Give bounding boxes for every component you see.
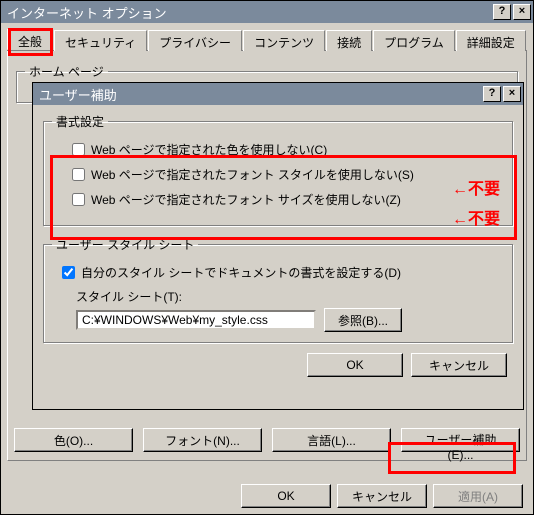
format-group: 書式設定 Web ページで指定された色を使用しない(C) Web ページで指定さ… bbox=[43, 113, 513, 226]
cancel-button[interactable]: キャンセル bbox=[337, 484, 427, 508]
format-legend: 書式設定 bbox=[52, 113, 108, 130]
tab-security[interactable]: セキュリティ bbox=[54, 30, 147, 51]
chk-color-label: Web ページで指定された色を使用しない(C) bbox=[91, 141, 327, 158]
accessibility-titlebar: ユーザー補助 ? × bbox=[33, 83, 523, 105]
accessibility-title: ユーザー補助 bbox=[39, 85, 481, 104]
chk-fontsize-label: Web ページで指定されたフォント サイズを使用しない(Z) bbox=[91, 191, 401, 208]
chk-color[interactable] bbox=[72, 143, 85, 156]
chk-userstyle-row: 自分のスタイル シートでドキュメントの書式を設定する(D) bbox=[58, 263, 504, 282]
chk-fontstyle[interactable] bbox=[72, 168, 85, 181]
main-button-row: OK キャンセル 適用(A) bbox=[241, 484, 523, 508]
accessibility-close-button[interactable]: × bbox=[503, 86, 521, 102]
chk-userstyle-label: 自分のスタイル シートでドキュメントの書式を設定する(D) bbox=[81, 264, 401, 281]
titlebar: インターネット オプション ? × bbox=[1, 1, 533, 23]
chk-fontstyle-label: Web ページで指定されたフォント スタイルを使用しない(S) bbox=[91, 166, 414, 183]
tab-advanced[interactable]: 詳細設定 bbox=[456, 30, 526, 51]
browse-button[interactable]: 参照(B)... bbox=[324, 308, 402, 332]
chk-fontsize-row: Web ページで指定されたフォント サイズを使用しない(Z) bbox=[68, 190, 504, 209]
homepage-legend: ホーム ページ bbox=[25, 63, 108, 80]
accessibility-button[interactable]: ユーザー補助(E)... bbox=[401, 428, 520, 452]
sheet-input[interactable] bbox=[76, 310, 316, 330]
close-button[interactable]: × bbox=[513, 4, 531, 20]
tab-strip: 全般 セキュリティ プライバシー コンテンツ 接続 プログラム 詳細設定 bbox=[7, 29, 527, 51]
panel-button-row: 色(O)... フォント(N)... 言語(L)... ユーザー補助(E)... bbox=[14, 428, 520, 452]
ok-button[interactable]: OK bbox=[241, 484, 331, 508]
accessibility-cancel-button[interactable]: キャンセル bbox=[411, 353, 507, 377]
tab-general[interactable]: 全般 bbox=[7, 29, 53, 50]
userstyle-legend: ユーザー スタイル シート bbox=[52, 236, 198, 253]
help-button[interactable]: ? bbox=[493, 4, 511, 20]
colors-button[interactable]: 色(O)... bbox=[14, 428, 133, 452]
accessibility-button-row: OK キャンセル bbox=[43, 353, 507, 377]
tab-privacy[interactable]: プライバシー bbox=[148, 30, 242, 51]
accessibility-help-button[interactable]: ? bbox=[483, 86, 501, 102]
languages-button[interactable]: 言語(L)... bbox=[272, 428, 391, 452]
accessibility-ok-button[interactable]: OK bbox=[307, 353, 403, 377]
tab-programs[interactable]: プログラム bbox=[373, 30, 455, 51]
chk-fontstyle-row: Web ページで指定されたフォント スタイルを使用しない(S) bbox=[68, 165, 504, 184]
tab-content[interactable]: コンテンツ bbox=[243, 30, 325, 51]
sheet-row: スタイル シート(T): 参照(B)... bbox=[76, 288, 504, 332]
userstyle-group: ユーザー スタイル シート 自分のスタイル シートでドキュメントの書式を設定する… bbox=[43, 236, 513, 343]
apply-button[interactable]: 適用(A) bbox=[433, 484, 523, 508]
chk-userstyle[interactable] bbox=[62, 266, 75, 279]
accessibility-dialog: ユーザー補助 ? × 書式設定 Web ページで指定された色を使用しない(C) … bbox=[32, 82, 524, 410]
fonts-button[interactable]: フォント(N)... bbox=[143, 428, 262, 452]
sheet-label: スタイル シート(T): bbox=[76, 288, 504, 305]
chk-fontsize[interactable] bbox=[72, 193, 85, 206]
accessibility-body: 書式設定 Web ページで指定された色を使用しない(C) Web ページで指定さ… bbox=[33, 105, 523, 381]
window-title: インターネット オプション bbox=[7, 3, 491, 22]
chk-color-row: Web ページで指定された色を使用しない(C) bbox=[68, 140, 504, 159]
tab-connections[interactable]: 接続 bbox=[326, 30, 372, 51]
